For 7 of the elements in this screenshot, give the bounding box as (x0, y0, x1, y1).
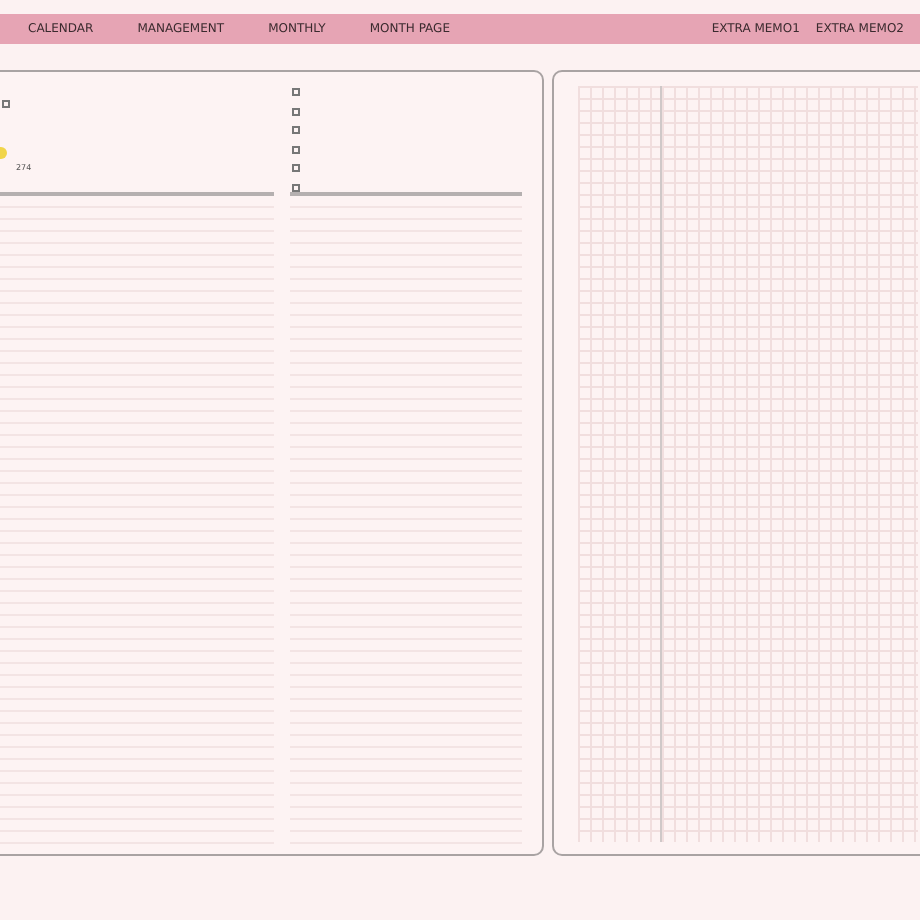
checkbox[interactable] (292, 107, 301, 115)
checkbox[interactable] (292, 126, 301, 134)
checkbox[interactable] (2, 100, 10, 108)
checkbox[interactable] (292, 164, 301, 172)
checkbox[interactable] (292, 183, 301, 191)
checkbox[interactable] (292, 88, 301, 96)
checkbox[interactable] (292, 145, 301, 153)
